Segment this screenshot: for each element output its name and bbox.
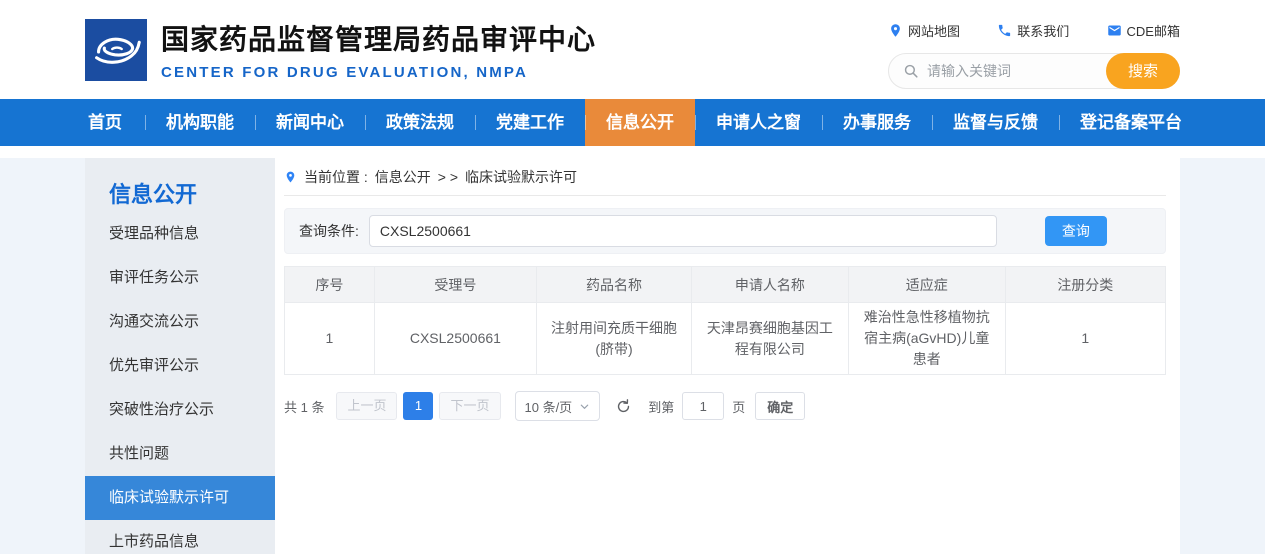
nav-item-info-disclosure[interactable]: 信息公开: [585, 99, 695, 146]
site-subtitle: CENTER FOR DRUG EVALUATION, NMPA: [161, 64, 596, 81]
refresh-button[interactable]: [615, 397, 633, 415]
table-cell-reg-class: 1: [1005, 303, 1165, 375]
table-header-indication: 适应症: [848, 267, 1005, 303]
sidebar-title: 信息公开: [85, 182, 275, 208]
breadcrumb-section[interactable]: 信息公开: [375, 167, 431, 187]
search-button[interactable]: 搜索: [1106, 53, 1180, 89]
nav-item-applicant-window[interactable]: 申请人之窗: [695, 99, 822, 146]
nav-item-news[interactable]: 新闻中心: [255, 99, 365, 146]
table-header-row: 序号受理号药品名称申请人名称适应症注册分类: [285, 267, 1166, 303]
nav-item-registration-platform[interactable]: 登记备案平台: [1059, 99, 1203, 146]
prev-page-button[interactable]: 上一页: [336, 392, 397, 420]
results-table: 序号受理号药品名称申请人名称适应症注册分类 1CXSL2500661注射用间充质…: [284, 266, 1166, 375]
total-count: 共 1 条: [284, 397, 324, 416]
nav-item-home[interactable]: 首页: [85, 99, 145, 146]
nav-item-party-building[interactable]: 党建工作: [475, 99, 585, 146]
page-number-button[interactable]: 1: [403, 392, 433, 420]
pagination: 共 1 条 上一页 1 下一页 10 条/页 到第: [284, 391, 1166, 421]
confirm-button[interactable]: 确定: [755, 392, 805, 420]
query-button[interactable]: 查询: [1045, 216, 1107, 246]
sidebar-item-breakthrough-therapy[interactable]: 突破性治疗公示: [85, 388, 275, 432]
table-cell-acceptance-no: CXSL2500661: [374, 303, 536, 375]
table-cell-seq: 1: [285, 303, 375, 375]
nav-item-policies[interactable]: 政策法规: [365, 99, 475, 146]
goto-unit: 页: [732, 397, 745, 416]
table-row: 1CXSL2500661注射用间充质干细胞(脐带)天津昂赛细胞基因工程有限公司难…: [285, 303, 1166, 375]
site-search: 搜索: [888, 53, 1180, 89]
table-header-drug-name: 药品名称: [536, 267, 691, 303]
page-background: 信息公开 受理品种信息审评任务公示沟通交流公示优先审评公示突破性治疗公示共性问题…: [0, 158, 1265, 554]
nav-item-services[interactable]: 办事服务: [822, 99, 932, 146]
mail-icon: [1107, 23, 1122, 38]
goto-page-input[interactable]: [682, 392, 724, 420]
site-logo[interactable]: 国家药品监督管理局药品审评中心 CENTER FOR DRUG EVALUATI…: [85, 18, 596, 81]
query-bar: 查询条件: 查询: [284, 208, 1166, 254]
site-header: 国家药品监督管理局药品审评中心 CENTER FOR DRUG EVALUATI…: [0, 0, 1265, 99]
search-input[interactable]: [927, 63, 1097, 79]
query-label: 查询条件:: [299, 221, 359, 241]
phone-icon: [997, 23, 1012, 38]
table-header-reg-class: 注册分类: [1005, 267, 1165, 303]
site-title: 国家药品监督管理局药品审评中心: [161, 18, 596, 58]
table-body: 1CXSL2500661注射用间充质干细胞(脐带)天津昂赛细胞基因工程有限公司难…: [285, 303, 1166, 375]
sidebar-item-clinical-trial-implied-license[interactable]: 临床试验默示许可: [85, 476, 275, 520]
swan-logo-icon: [85, 19, 147, 81]
nav-item-about[interactable]: 机构职能: [145, 99, 255, 146]
sitemap-link[interactable]: 网站地图: [888, 21, 960, 40]
cde-mail-link[interactable]: CDE邮箱: [1107, 21, 1180, 40]
nav-menu: 首页机构职能新闻中心政策法规党建工作信息公开申请人之窗办事服务监督与反馈登记备案…: [85, 99, 1180, 146]
table-header-seq: 序号: [285, 267, 375, 303]
sidebar-item-marketed-drugs[interactable]: 上市药品信息: [85, 520, 275, 554]
query-input[interactable]: [369, 215, 997, 247]
table-cell-applicant: 天津昂赛细胞基因工程有限公司: [692, 303, 849, 375]
sidebar-item-review-tasks[interactable]: 审评任务公示: [85, 256, 275, 300]
breadcrumb-separator: > >: [438, 169, 458, 185]
main-nav: 首页机构职能新闻中心政策法规党建工作信息公开申请人之窗办事服务监督与反馈登记备案…: [0, 99, 1265, 146]
sidebar-item-common-issues[interactable]: 共性问题: [85, 432, 275, 476]
table-header-applicant: 申请人名称: [692, 267, 849, 303]
location-pin-icon: [888, 23, 903, 38]
breadcrumb: 当前位置 : 信息公开 > > 临床试验默示许可: [284, 158, 1166, 196]
breadcrumb-label: 当前位置 :: [304, 167, 368, 187]
refresh-icon: [615, 398, 632, 415]
chevron-down-icon: [579, 401, 590, 412]
breadcrumb-current[interactable]: 临床试验默示许可: [465, 167, 577, 187]
sidebar-item-priority-review[interactable]: 优先审评公示: [85, 344, 275, 388]
main-content: 当前位置 : 信息公开 > > 临床试验默示许可 查询条件: 查询 序号受理号药…: [275, 158, 1180, 554]
sidebar: 信息公开 受理品种信息审评任务公示沟通交流公示优先审评公示突破性治疗公示共性问题…: [85, 158, 275, 554]
sidebar-item-communication[interactable]: 沟通交流公示: [85, 300, 275, 344]
contact-link[interactable]: 联系我们: [997, 21, 1069, 40]
header-gap: [0, 146, 1265, 158]
nav-item-supervision-feedback[interactable]: 监督与反馈: [932, 99, 1059, 146]
sidebar-item-accepted-varieties[interactable]: 受理品种信息: [85, 212, 275, 256]
next-page-button[interactable]: 下一页: [439, 392, 500, 420]
table-header-acceptance-no: 受理号: [374, 267, 536, 303]
location-pin-icon: [284, 169, 297, 185]
goto-label: 到第: [648, 397, 674, 416]
table-cell-drug-name: 注射用间充质干细胞(脐带): [536, 303, 691, 375]
page-size-select[interactable]: 10 条/页: [515, 391, 601, 421]
sidebar-menu: 受理品种信息审评任务公示沟通交流公示优先审评公示突破性治疗公示共性问题临床试验默…: [85, 212, 275, 554]
search-icon: [903, 63, 919, 79]
table-cell-indication: 难治性急性移植物抗宿主病(aGvHD)儿童患者: [848, 303, 1005, 375]
utility-links: 网站地图 联系我们 CDE邮箱: [888, 21, 1180, 40]
